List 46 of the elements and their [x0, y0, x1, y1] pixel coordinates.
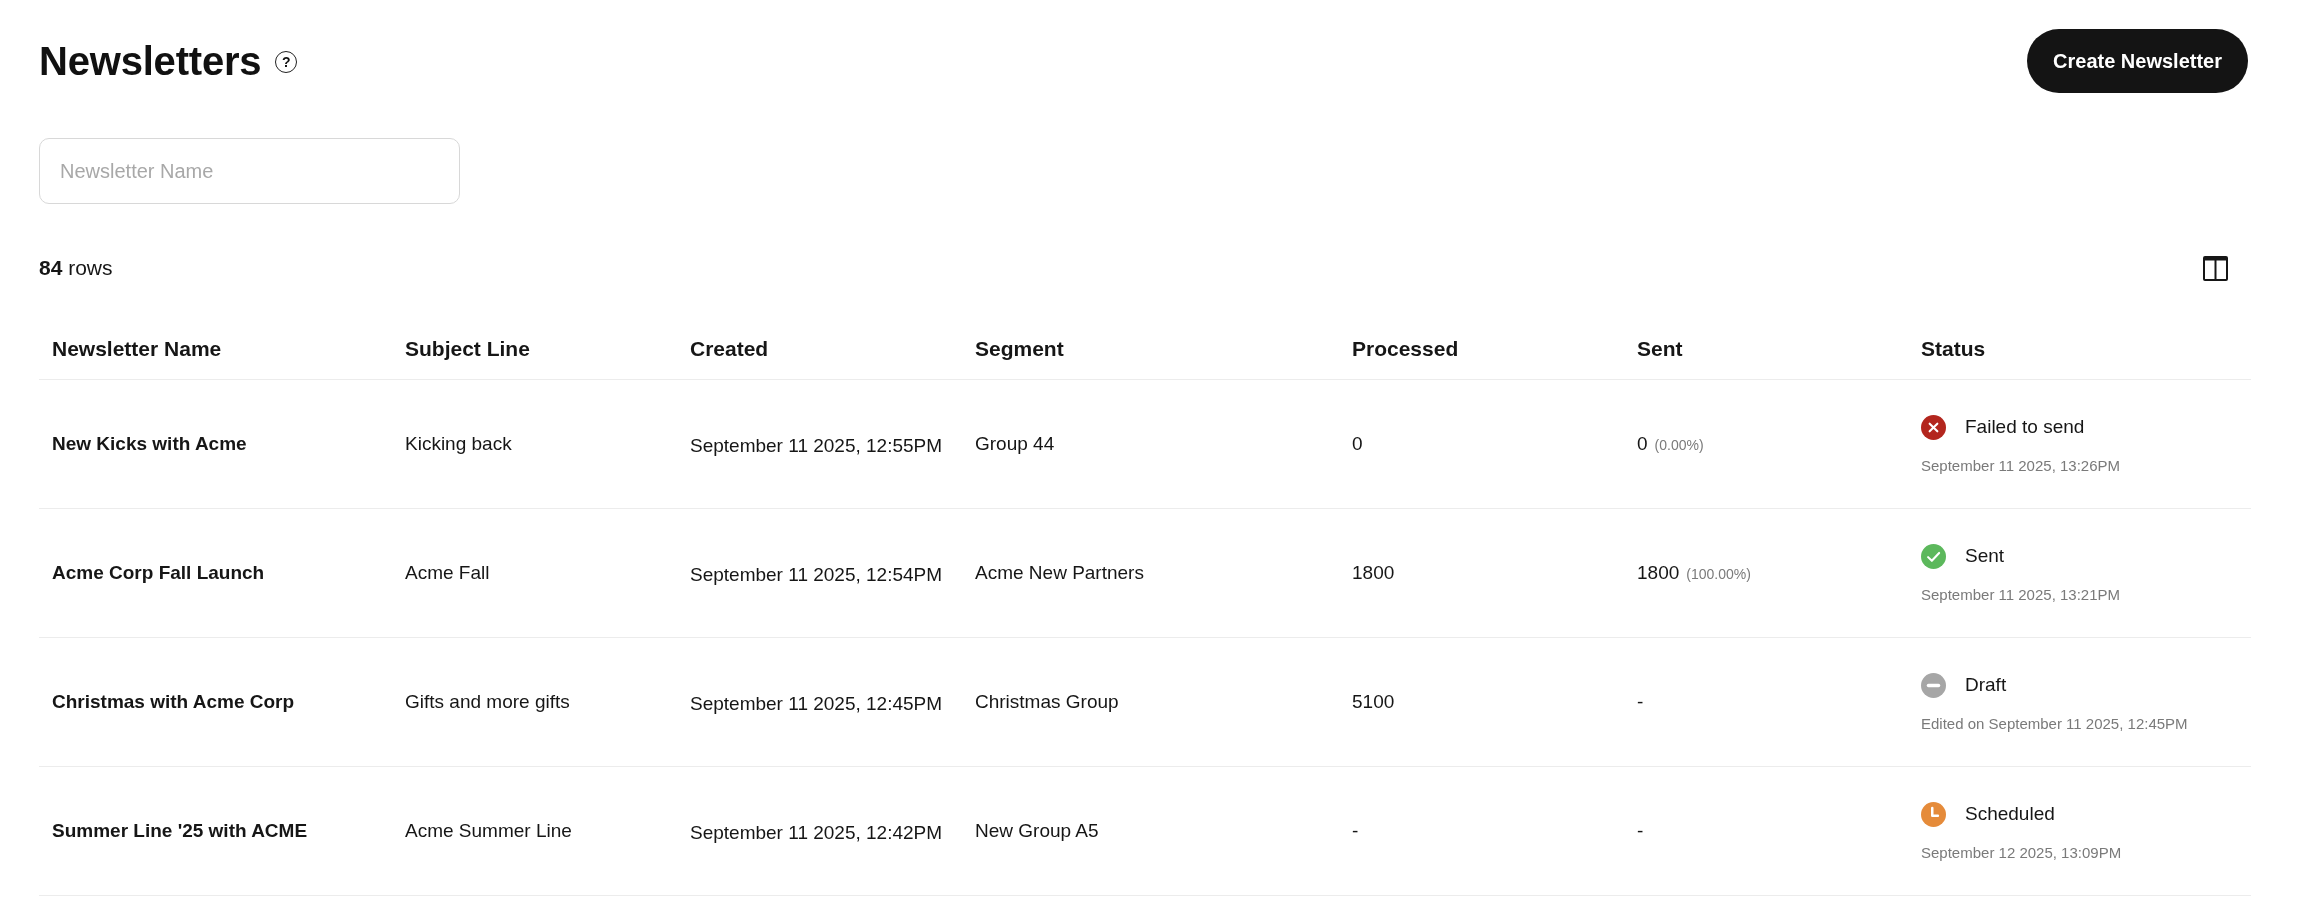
processed-count: 1800 — [1352, 562, 1395, 584]
status-label: Sent — [1965, 545, 2005, 567]
processed-count: 0 — [1352, 433, 1363, 455]
columns-icon[interactable] — [2203, 255, 2228, 281]
newsletter-name: New Kicks with Acme — [52, 433, 247, 455]
sent-percentage: (0.00%) — [1654, 437, 1704, 453]
page-title: Newsletters — [39, 38, 262, 85]
processed-count: - — [1352, 820, 1359, 842]
sent-count: 1800 — [1637, 562, 1680, 584]
created-date: September 11 2025, 12:42PM — [690, 822, 943, 844]
created-date: September 11 2025, 12:55PM — [690, 435, 943, 457]
status-date: Edited on September 11 2025, 12:45PM — [1921, 714, 2188, 732]
segment-name: Group 44 — [975, 433, 1055, 455]
newsletter-name: Christmas with Acme Corp — [52, 691, 295, 713]
column-header: Created — [690, 337, 769, 361]
create-newsletter-button[interactable]: Create Newsletter — [2027, 29, 2248, 93]
status-date: September 11 2025, 13:21PM — [1921, 585, 2121, 603]
status-label: Failed to send — [1965, 416, 2085, 438]
sent-count: 0 — [1637, 433, 1648, 455]
segment-name: Acme New Partners — [975, 562, 1144, 584]
status-label: Scheduled — [1965, 803, 2055, 825]
column-header: Subject Line — [405, 337, 530, 361]
newsletter-name: Acme Corp Fall Launch — [52, 562, 265, 584]
column-header: Newsletter Name — [52, 337, 222, 361]
column-header: Segment — [975, 337, 1064, 361]
sent-percentage: (100.00%) — [1686, 566, 1751, 582]
sent-count: - — [1637, 691, 1644, 713]
subject-line: Acme Summer Line — [405, 820, 572, 842]
subject-line: Gifts and more gifts — [405, 691, 570, 713]
subject-line: Kicking back — [405, 433, 512, 455]
status-date: September 11 2025, 13:26PM — [1921, 456, 2121, 474]
status-date: September 12 2025, 13:09PM — [1921, 843, 2122, 861]
created-date: September 11 2025, 12:45PM — [690, 693, 943, 715]
column-header: Processed — [1352, 337, 1459, 361]
column-header: Status — [1921, 337, 1986, 361]
search-field[interactable]: Newsletter Name — [39, 138, 460, 204]
created-date: September 11 2025, 12:54PM — [690, 564, 943, 586]
processed-count: 5100 — [1352, 691, 1395, 713]
subject-line: Acme Fall — [405, 562, 490, 584]
column-header: Sent — [1637, 337, 1683, 361]
segment-name: New Group A5 — [975, 820, 1099, 842]
sent-count: - — [1637, 820, 1644, 842]
status-label: Draft — [1965, 674, 2007, 696]
newsletter-name: Summer Line '25 with ACME — [52, 820, 308, 842]
segment-name: Christmas Group — [975, 691, 1119, 713]
row-count: 84 rows — [39, 256, 113, 280]
